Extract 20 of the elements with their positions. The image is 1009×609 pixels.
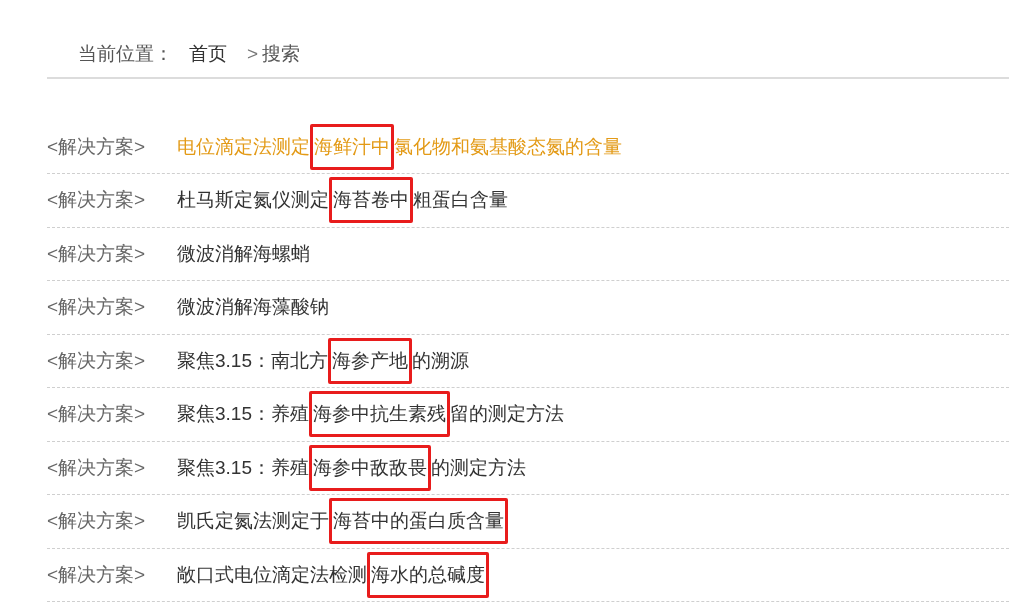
- category-tag: <解决方案>: [47, 132, 177, 161]
- category-tag: <解决方案>: [47, 186, 177, 215]
- category-tag: <解决方案>: [47, 507, 177, 536]
- result-link[interactable]: 杜马斯定氮仪测定 海苔卷中 粗蛋白含量: [177, 177, 508, 224]
- result-link[interactable]: 聚焦3.15：南北方 海参产地 的溯源: [177, 337, 469, 384]
- category-tag: <解决方案>: [47, 346, 177, 375]
- breadcrumb-current: 搜索: [262, 42, 301, 66]
- breadcrumb-separator: >: [247, 42, 259, 66]
- result-link[interactable]: 聚焦3.15：养殖 海参中抗生素残 留的测定方法: [177, 391, 564, 438]
- category-tag: <解决方案>: [47, 453, 177, 482]
- result-link[interactable]: 微波消解海螺蛸: [177, 230, 310, 277]
- category-tag: <解决方案>: [47, 400, 177, 429]
- category-tag: <解决方案>: [47, 239, 177, 268]
- category-tag: <解决方案>: [47, 560, 177, 589]
- result-link[interactable]: 聚焦3.15：养殖 海参中敌敌畏 的测定方法: [177, 444, 526, 491]
- breadcrumb-link[interactable]: 首页: [189, 40, 227, 69]
- result-link[interactable]: 敞口式电位滴定法检测 海水的总碱度: [177, 551, 489, 598]
- result-link[interactable]: 微波消解海藻酸钠: [177, 284, 329, 331]
- category-tag: <解决方案>: [47, 293, 177, 322]
- breadcrumb-label: 当前位置：: [78, 42, 173, 66]
